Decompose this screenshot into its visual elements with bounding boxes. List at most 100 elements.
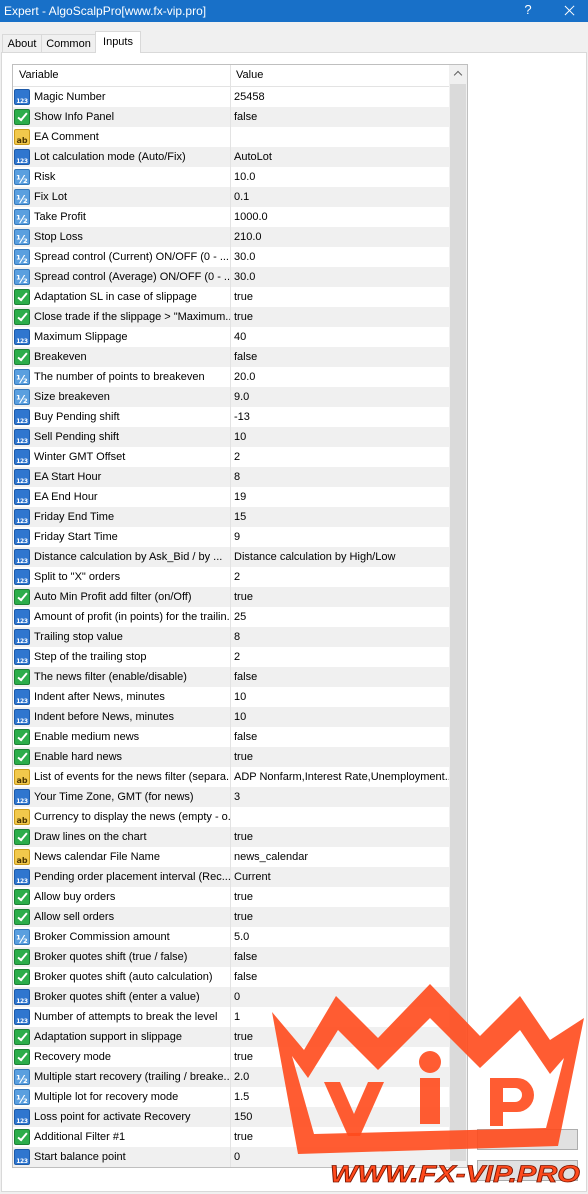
variable-value[interactable]: true	[231, 907, 449, 927]
variable-value[interactable]: 9.0	[231, 387, 449, 407]
variable-value[interactable]: true	[231, 1047, 449, 1067]
input-row[interactable]: EA End Hour 19	[13, 487, 449, 507]
input-row[interactable]: Sell Pending shift 10	[13, 427, 449, 447]
input-row[interactable]: Magic Number 25458	[13, 87, 449, 107]
input-row[interactable]: The news filter (enable/disable) false	[13, 667, 449, 687]
variable-value[interactable]: 3	[231, 787, 449, 807]
input-row[interactable]: News calendar File Name news_calendar	[13, 847, 449, 867]
input-row[interactable]: Spread control (Average) ON/OFF (0 - ...…	[13, 267, 449, 287]
input-row[interactable]: Trailing stop value 8	[13, 627, 449, 647]
variable-value[interactable]: true	[231, 587, 449, 607]
variable-value[interactable]: 8	[231, 627, 449, 647]
input-row[interactable]: Loss point for activate Recovery 150	[13, 1107, 449, 1127]
variable-value[interactable]: true	[231, 887, 449, 907]
variable-value[interactable]	[231, 127, 449, 147]
input-row[interactable]: Indent after News, minutes 10	[13, 687, 449, 707]
variable-value[interactable]: 10	[231, 687, 449, 707]
input-row[interactable]: Spread control (Current) ON/OFF (0 - ...…	[13, 247, 449, 267]
variable-value[interactable]: AutoLot	[231, 147, 449, 167]
tab-inputs[interactable]: Inputs	[95, 31, 141, 53]
input-row[interactable]: Number of attempts to break the level 1	[13, 1007, 449, 1027]
input-row[interactable]: Amount of profit (in points) for the tra…	[13, 607, 449, 627]
input-row[interactable]: Start balance point 0	[13, 1147, 449, 1167]
variable-value[interactable]: 40	[231, 327, 449, 347]
column-header-variable[interactable]: Variable	[13, 65, 231, 86]
input-row[interactable]: Lot calculation mode (Auto/Fix) AutoLot	[13, 147, 449, 167]
variable-value[interactable]: false	[231, 107, 449, 127]
input-row[interactable]: Breakeven false	[13, 347, 449, 367]
variable-value[interactable]: 15	[231, 507, 449, 527]
input-row[interactable]: Winter GMT Offset 2	[13, 447, 449, 467]
variable-value[interactable]: 5.0	[231, 927, 449, 947]
input-row[interactable]: Close trade if the slippage > "Maximum..…	[13, 307, 449, 327]
variable-value[interactable]: true	[231, 307, 449, 327]
close-button[interactable]	[552, 0, 588, 22]
input-row[interactable]: Friday Start Time 9	[13, 527, 449, 547]
variable-value[interactable]: 2	[231, 647, 449, 667]
variable-value[interactable]: 0	[231, 987, 449, 1007]
input-row[interactable]: Risk 10.0	[13, 167, 449, 187]
tab-common[interactable]: Common	[41, 34, 96, 53]
input-row[interactable]: Step of the trailing stop 2	[13, 647, 449, 667]
input-row[interactable]: Broker Commission amount 5.0	[13, 927, 449, 947]
scrollbar-thumb[interactable]	[450, 84, 466, 1161]
input-row[interactable]: Multiple lot for recovery mode 1.5	[13, 1087, 449, 1107]
variable-value[interactable]: 2.0	[231, 1067, 449, 1087]
input-row[interactable]: Adaptation SL in case of slippage true	[13, 287, 449, 307]
variable-value[interactable]: 25458	[231, 87, 449, 107]
variable-value[interactable]: 1	[231, 1007, 449, 1027]
dialog-button[interactable]	[477, 1129, 578, 1150]
variable-value[interactable]: 2	[231, 447, 449, 467]
input-row[interactable]: Additional Filter #1 true	[13, 1127, 449, 1147]
variable-value[interactable]: 1.5	[231, 1087, 449, 1107]
input-row[interactable]: Auto Min Profit add filter (on/Off) true	[13, 587, 449, 607]
input-row[interactable]: Size breakeven 9.0	[13, 387, 449, 407]
variable-value[interactable]: false	[231, 967, 449, 987]
input-row[interactable]: Broker quotes shift (enter a value) 0	[13, 987, 449, 1007]
input-row[interactable]: Currency to display the news (empty - o.…	[13, 807, 449, 827]
column-header-value[interactable]: Value	[231, 65, 449, 86]
input-row[interactable]: List of events for the news filter (sepa…	[13, 767, 449, 787]
input-row[interactable]: Your Time Zone, GMT (for news) 3	[13, 787, 449, 807]
variable-value[interactable]: false	[231, 947, 449, 967]
scroll-up-button[interactable]	[449, 65, 467, 82]
input-row[interactable]: Enable hard news true	[13, 747, 449, 767]
variable-value[interactable]: 0.1	[231, 187, 449, 207]
variable-value[interactable]: 9	[231, 527, 449, 547]
variable-value[interactable]: 150	[231, 1107, 449, 1127]
input-row[interactable]: Pending order placement interval (Rec...…	[13, 867, 449, 887]
input-row[interactable]: EA Start Hour 8	[13, 467, 449, 487]
variable-value[interactable]: 8	[231, 467, 449, 487]
variable-value[interactable]: Distance calculation by High/Low	[231, 547, 449, 567]
variable-value[interactable]: 1000.0	[231, 207, 449, 227]
variable-value[interactable]	[231, 807, 449, 827]
variable-value[interactable]: true	[231, 827, 449, 847]
help-button[interactable]: ?	[512, 0, 544, 22]
variable-value[interactable]: false	[231, 667, 449, 687]
input-row[interactable]: Indent before News, minutes 10	[13, 707, 449, 727]
variable-value[interactable]: 2	[231, 567, 449, 587]
variable-value[interactable]: true	[231, 1027, 449, 1047]
input-row[interactable]: Multiple start recovery (trailing / brea…	[13, 1067, 449, 1087]
input-row[interactable]: EA Comment	[13, 127, 449, 147]
input-row[interactable]: Distance calculation by Ask_Bid / by ...…	[13, 547, 449, 567]
variable-value[interactable]: false	[231, 347, 449, 367]
variable-value[interactable]: true	[231, 747, 449, 767]
variable-value[interactable]: false	[231, 727, 449, 747]
variable-value[interactable]: ADP Nonfarm,Interest Rate,Unemployment..…	[231, 767, 449, 787]
variable-value[interactable]: 19	[231, 487, 449, 507]
variable-value[interactable]: true	[231, 287, 449, 307]
variable-value[interactable]: news_calendar	[231, 847, 449, 867]
input-row[interactable]: Enable medium news false	[13, 727, 449, 747]
variable-value[interactable]: -13	[231, 407, 449, 427]
input-row[interactable]: Adaptation support in slippage true	[13, 1027, 449, 1047]
variable-value[interactable]: 0	[231, 1147, 449, 1167]
variable-value[interactable]: 210.0	[231, 227, 449, 247]
variable-value[interactable]: 10	[231, 707, 449, 727]
variable-value[interactable]: 30.0	[231, 247, 449, 267]
variable-value[interactable]: 10.0	[231, 167, 449, 187]
input-row[interactable]: Stop Loss 210.0	[13, 227, 449, 247]
input-row[interactable]: Draw lines on the chart true	[13, 827, 449, 847]
input-row[interactable]: Fix Lot 0.1	[13, 187, 449, 207]
variable-value[interactable]: 10	[231, 427, 449, 447]
